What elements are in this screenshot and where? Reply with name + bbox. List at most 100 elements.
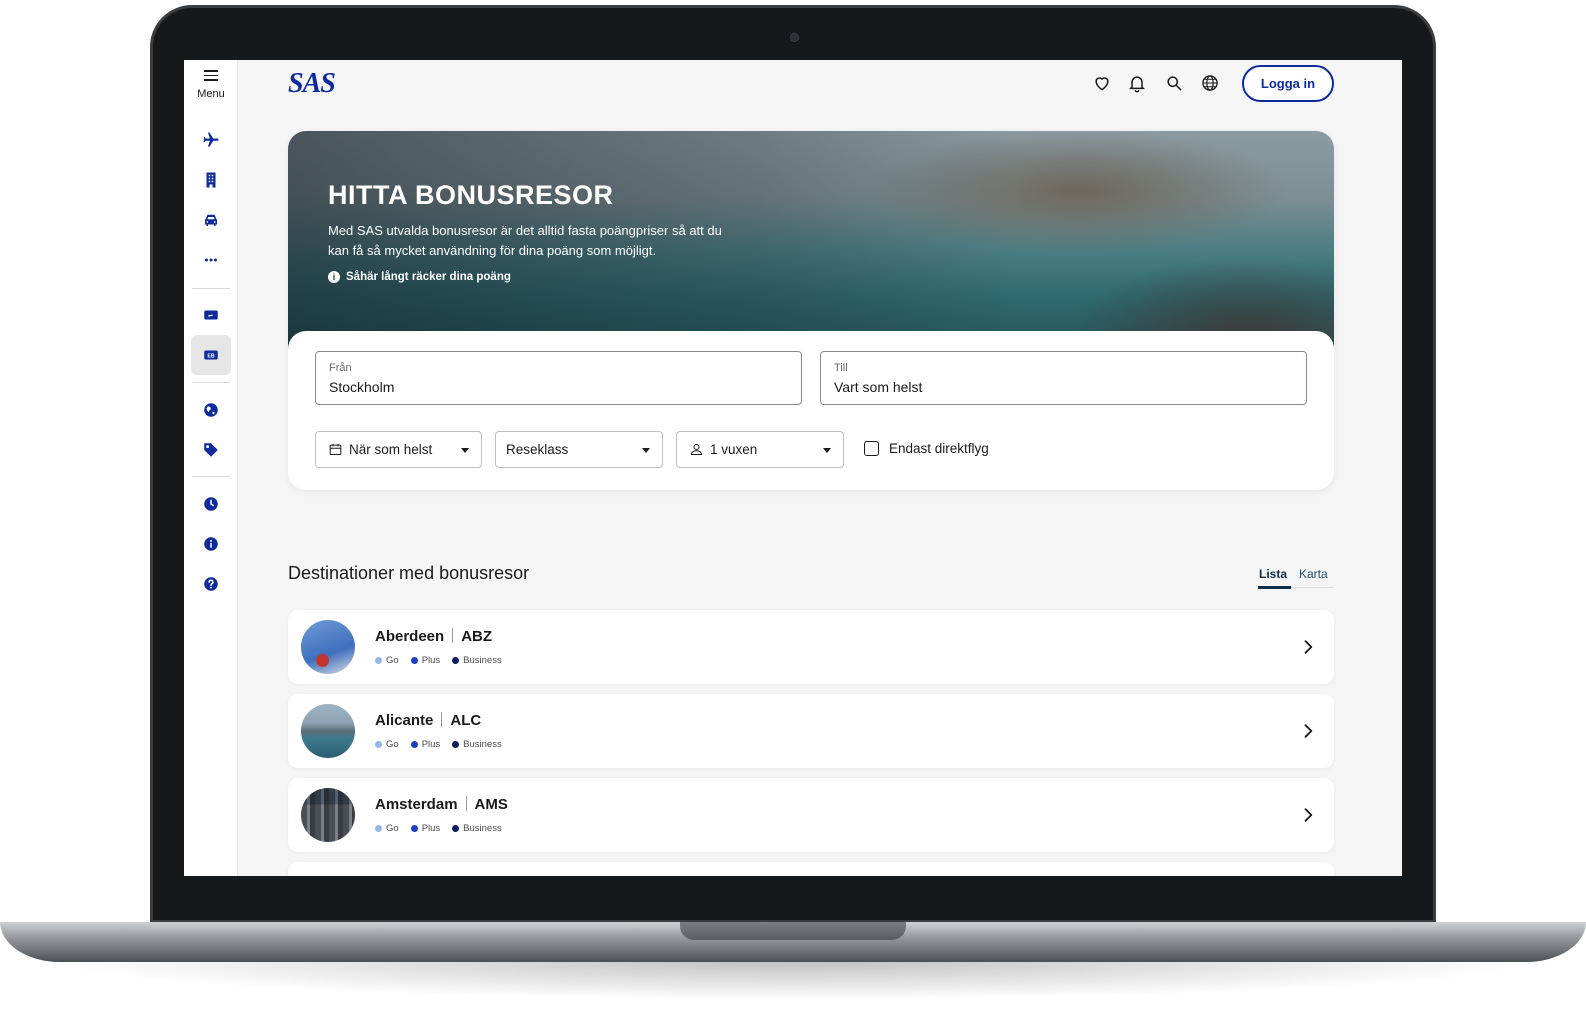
- business-dot-icon: [452, 825, 460, 832]
- hamburger-icon: [204, 70, 218, 81]
- menu-button[interactable]: Menu: [184, 66, 238, 102]
- go-dot-icon: [375, 657, 382, 664]
- business-dot-icon: [452, 657, 460, 664]
- my-trips-nav[interactable]: [191, 295, 231, 335]
- tag-icon: [204, 443, 218, 457]
- class-business: Business: [452, 823, 502, 834]
- destination-row[interactable]: Amsterdam AMS Go Plus Business: [288, 778, 1334, 852]
- offers-nav[interactable]: [191, 430, 231, 470]
- class-value: Reseklass: [506, 442, 569, 457]
- search-icon[interactable]: [1164, 73, 1184, 93]
- destination-image: [301, 620, 355, 674]
- destination-code: AMS: [474, 796, 508, 813]
- destinations-title: Destinationer med bonusresor: [288, 563, 530, 583]
- destination-name: Aberdeen ABZ: [375, 628, 492, 645]
- destination-row[interactable]: Alicante ALC Go Plus Business: [288, 694, 1334, 768]
- direct-only-toggle[interactable]: Endast direktflyg: [864, 441, 989, 456]
- plus-dot-icon: [410, 657, 418, 664]
- eurobonus-label: EB: [207, 354, 215, 360]
- search-panel: Från Stockholm Till Vart som helst När s…: [288, 331, 1334, 490]
- chevron-right-icon: [1304, 808, 1313, 822]
- passengers-dropdown[interactable]: 1 vuxen: [676, 431, 844, 468]
- destination-row[interactable]: Aberdeen ABZ Go Plus Business: [288, 610, 1334, 684]
- destinations-nav[interactable]: [191, 390, 231, 430]
- class-label: Plus: [421, 823, 441, 834]
- bell-icon[interactable]: [1127, 73, 1147, 93]
- destination-image: [301, 788, 355, 842]
- class-go: Go: [375, 739, 399, 750]
- go-dot-icon: [375, 825, 382, 832]
- destination-city: Aberdeen: [375, 628, 445, 645]
- destination-row[interactable]: [288, 862, 1334, 876]
- sidebar-divider: [192, 476, 230, 477]
- points-info-link[interactable]: i Såhär långt räcker dina poäng: [328, 271, 511, 283]
- class-go: Go: [375, 655, 399, 666]
- tab-rail: [1291, 587, 1334, 588]
- tab-map[interactable]: Karta: [1299, 567, 1328, 581]
- chevron-right-icon: [1304, 724, 1313, 738]
- help-icon: [204, 577, 218, 591]
- plane-icon: [203, 132, 219, 147]
- car-icon: [205, 214, 217, 226]
- menu-label: Menu: [197, 87, 225, 100]
- class-label: Go: [386, 823, 399, 834]
- class-label: Business: [463, 823, 502, 834]
- separator: [452, 628, 454, 643]
- class-plus: Plus: [410, 655, 441, 666]
- sas-logo[interactable]: SAS: [288, 68, 352, 101]
- language-globe-icon[interactable]: [1200, 73, 1220, 93]
- destination-name: Alicante ALC: [375, 712, 481, 729]
- class-label: Go: [386, 739, 399, 750]
- direct-only-checkbox[interactable]: [864, 441, 879, 456]
- laptop-notch: [680, 922, 906, 940]
- passengers-value: 1 vuxen: [710, 442, 758, 457]
- chevron-down-icon: [823, 448, 831, 453]
- class-label: Business: [463, 739, 502, 750]
- from-field[interactable]: Från Stockholm: [315, 351, 802, 405]
- person-icon: [690, 444, 703, 455]
- sidebar-divider: [192, 382, 230, 383]
- info-icon: [204, 537, 218, 551]
- sidebar-divider: [192, 288, 230, 289]
- active-tab-indicator: [1258, 586, 1291, 589]
- class-label: Plus: [421, 739, 441, 750]
- class-label: Business: [463, 655, 502, 666]
- info-nav[interactable]: [191, 524, 231, 564]
- to-label: Till: [834, 362, 848, 374]
- eurobonus-nav[interactable]: EB: [191, 335, 231, 375]
- class-label: Plus: [421, 655, 441, 666]
- tab-list[interactable]: Lista: [1259, 567, 1287, 581]
- business-dot-icon: [452, 741, 460, 748]
- flights-nav[interactable]: [191, 120, 231, 160]
- class-go: Go: [375, 823, 399, 834]
- hero-description: Med SAS utvalda bonusresor är det alltid…: [328, 223, 722, 258]
- heart-icon[interactable]: [1092, 73, 1112, 93]
- chevron-down-icon: [642, 448, 650, 453]
- direct-only-label: Endast direktflyg: [889, 441, 989, 456]
- hotels-nav[interactable]: [191, 160, 231, 200]
- destination-name: Amsterdam AMS: [375, 796, 508, 813]
- destination-code: ALC: [450, 712, 482, 729]
- class-plus: Plus: [410, 823, 441, 834]
- class-dropdown[interactable]: Reseklass: [495, 431, 663, 468]
- from-label: Från: [329, 362, 352, 374]
- class-legend: Go Plus Business: [375, 655, 502, 666]
- login-button[interactable]: Logga in: [1242, 65, 1334, 102]
- chevron-down-icon: [461, 448, 469, 453]
- camera: [790, 33, 799, 42]
- destination-city: Amsterdam: [375, 796, 458, 813]
- clock-icon: [204, 497, 218, 511]
- go-dot-icon: [375, 741, 382, 748]
- date-dropdown[interactable]: När som helst: [315, 431, 482, 468]
- help-nav[interactable]: [191, 564, 231, 604]
- more-nav[interactable]: [191, 240, 231, 280]
- history-nav[interactable]: [191, 484, 231, 524]
- hotel-icon: [206, 172, 216, 188]
- logo-text: SAS: [288, 70, 335, 96]
- to-field[interactable]: Till Vart som helst: [820, 351, 1307, 405]
- hero-title: HITTA BONUSRESOR: [328, 180, 614, 210]
- cars-nav[interactable]: [191, 200, 231, 240]
- class-business: Business: [452, 655, 502, 666]
- date-value: När som helst: [349, 442, 433, 457]
- globe-icon: [204, 403, 218, 417]
